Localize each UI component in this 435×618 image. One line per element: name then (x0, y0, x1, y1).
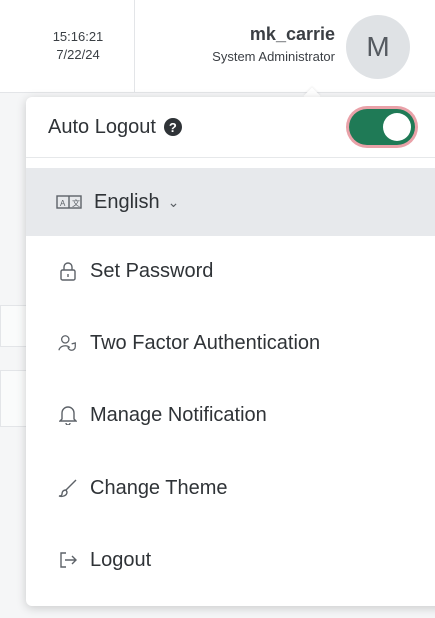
language-icon: A 文 (56, 192, 82, 212)
menu-item-label: Change Theme (90, 476, 228, 499)
clock-date: 7/22/24 (56, 47, 100, 62)
logout-icon (58, 550, 78, 570)
menu-item-label: Two Factor Authentication (90, 331, 321, 354)
menu-item-label: Set Password (90, 259, 214, 282)
user-role: System Administrator (212, 49, 335, 64)
menu-item-label: Manage Notification (90, 403, 267, 426)
avatar[interactable]: M (346, 15, 410, 79)
help-icon[interactable]: ? (163, 118, 182, 136)
clock-time: 15:16:21 (52, 29, 104, 44)
user-menu: Auto Logout ? A 文 English ⌄ Set Password (26, 97, 435, 606)
user-info[interactable]: mk_carrie System Administrator (145, 14, 335, 74)
menu-item-two-factor[interactable]: Two Factor Authentication (26, 312, 435, 374)
auto-logout-row: Auto Logout ? (26, 97, 435, 158)
menu-item-set-password[interactable]: Set Password (26, 240, 435, 302)
menu-item-label: Logout (90, 548, 152, 571)
brush-icon (58, 478, 78, 498)
language-label: English (94, 190, 160, 213)
menu-item-manage-notification[interactable]: Manage Notification (26, 384, 435, 446)
user-shield-icon (58, 333, 78, 353)
language-selector[interactable]: A 文 English ⌄ (26, 168, 435, 236)
bell-icon (58, 405, 78, 425)
auto-logout-toggle[interactable] (349, 109, 415, 145)
chevron-down-icon: ⌄ (167, 193, 180, 210)
svg-text:文: 文 (72, 198, 80, 208)
auto-logout-label: Auto Logout (48, 115, 156, 138)
toggle-knob (383, 113, 411, 141)
top-bar: 15:16:21 7/22/24 mk_carrie System Admini… (0, 0, 435, 93)
menu-item-change-theme[interactable]: Change Theme (26, 457, 435, 519)
clock: 15:16:21 7/22/24 (22, 0, 135, 92)
menu-item-logout[interactable]: Logout (26, 529, 435, 591)
username: mk_carrie (249, 24, 335, 44)
lock-icon (58, 261, 78, 281)
svg-text:A: A (60, 199, 66, 208)
